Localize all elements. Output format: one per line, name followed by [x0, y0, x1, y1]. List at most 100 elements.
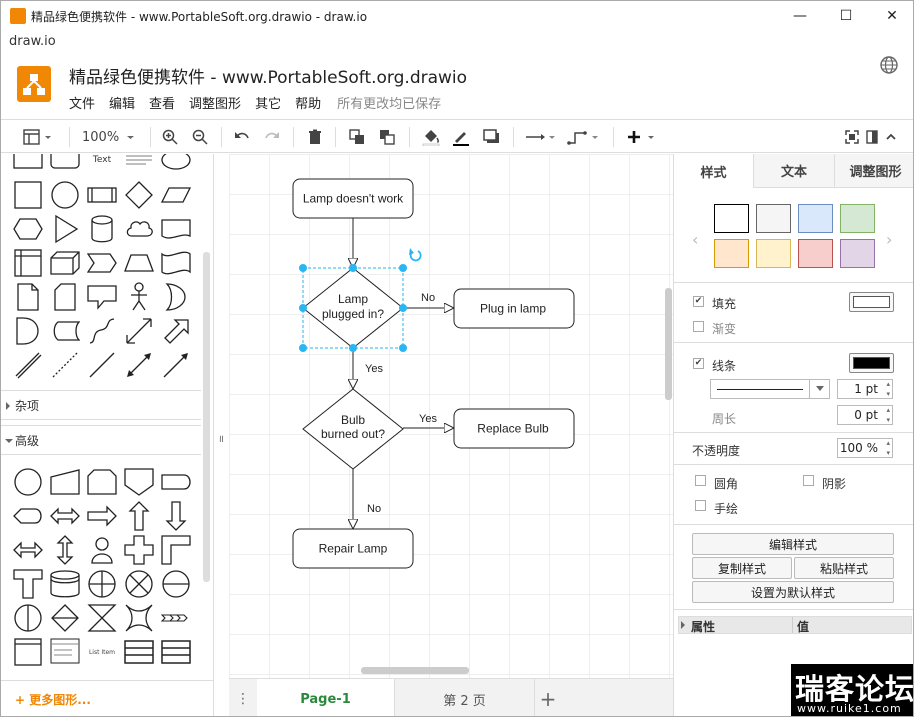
- node-repair-lamp[interactable]: Repair Lamp: [292, 528, 414, 569]
- shape-note[interactable]: [13, 282, 43, 312]
- add-page-button[interactable]: +: [535, 679, 561, 716]
- line-color-icon[interactable]: [452, 128, 470, 146]
- node-lamp-plugged-in[interactable]: Lamp plugged in?: [302, 267, 404, 349]
- shape-textbox[interactable]: [124, 154, 154, 170]
- shape-down-arrow[interactable]: [161, 501, 191, 531]
- set-default-style-button[interactable]: 设置为默认样式: [692, 581, 894, 603]
- fullscreen-icon[interactable]: [845, 128, 859, 146]
- save-status[interactable]: 所有更改均已保存: [337, 93, 441, 112]
- shape-step[interactable]: [87, 248, 117, 278]
- shape-triangle[interactable]: [50, 214, 80, 244]
- style-swatch[interactable]: [756, 204, 791, 233]
- line-checkbox[interactable]: ✔: [693, 358, 704, 369]
- style-swatch[interactable]: [840, 204, 875, 233]
- line-width-input[interactable]: 1 pt: [837, 379, 893, 399]
- shape-container[interactable]: [13, 637, 43, 667]
- sketch-checkbox[interactable]: [695, 500, 706, 511]
- style-swatch[interactable]: [798, 204, 833, 233]
- shape-card[interactable]: [50, 282, 80, 312]
- shape-cloud[interactable]: [124, 214, 154, 244]
- shape-loop-limit[interactable]: [87, 467, 117, 497]
- style-swatch[interactable]: [714, 204, 749, 233]
- insert-plus-icon[interactable]: [626, 128, 660, 146]
- shape-or-circle[interactable]: [13, 467, 43, 497]
- page-menu-icon[interactable]: ⋮: [229, 679, 257, 716]
- shape-data-storage[interactable]: [50, 316, 80, 346]
- to-back-icon[interactable]: [379, 128, 395, 146]
- menu-file[interactable]: 文件: [69, 93, 95, 112]
- shape-cylinder[interactable]: [87, 214, 117, 244]
- shape-list[interactable]: [50, 637, 80, 667]
- tab-page-2[interactable]: 第 2 页: [395, 679, 535, 716]
- zoom-out-icon[interactable]: [192, 128, 208, 146]
- diagram-canvas[interactable]: Lamp doesn't work Lamp plugged in? Plug …: [229, 154, 673, 678]
- shape-hexagon[interactable]: [13, 214, 43, 244]
- shape-user[interactable]: [87, 535, 117, 565]
- node-bulb-burned-out[interactable]: Bulb burned out?: [302, 388, 404, 470]
- shape-data-cylinder[interactable]: [50, 569, 80, 599]
- shape-delay[interactable]: [13, 316, 43, 346]
- format-panel-toggle-icon[interactable]: [23, 128, 53, 146]
- shape-dashed-line[interactable]: [50, 350, 80, 380]
- copy-style-button[interactable]: 复制样式: [692, 557, 792, 579]
- shape-circle[interactable]: [50, 180, 80, 210]
- collapse-up-icon[interactable]: [885, 128, 897, 146]
- paste-style-button[interactable]: 粘贴样式: [794, 557, 894, 579]
- shape-directional-connector[interactable]: [161, 350, 191, 380]
- fill-checkbox[interactable]: ✔: [693, 296, 704, 307]
- shape-sort[interactable]: [50, 603, 80, 633]
- shape-tape[interactable]: [161, 248, 191, 278]
- shape-collate[interactable]: [87, 603, 117, 633]
- section-advanced[interactable]: 高级: [1, 425, 201, 455]
- shape-manual-input[interactable]: [50, 467, 80, 497]
- shape-arrow[interactable]: [161, 316, 191, 346]
- shape-callout[interactable]: [87, 282, 117, 312]
- shape-corner[interactable]: [161, 535, 191, 565]
- shape-terminator[interactable]: [161, 467, 191, 497]
- waypoint-style-icon[interactable]: [567, 128, 603, 146]
- shape-panel-scrollbar[interactable]: [203, 252, 210, 582]
- canvas-vertical-scrollbar[interactable]: [665, 288, 672, 400]
- shadow-icon[interactable]: [483, 128, 501, 146]
- tab-text[interactable]: 文本: [754, 154, 835, 188]
- shape-double-arrow-v[interactable]: [50, 535, 80, 565]
- shape-right-arrow[interactable]: [87, 501, 117, 531]
- minimize-button[interactable]: —: [777, 1, 823, 31]
- shape-or-junction[interactable]: [124, 569, 154, 599]
- delete-icon[interactable]: [307, 128, 323, 146]
- opacity-input[interactable]: 100 %: [837, 438, 893, 458]
- shape-text[interactable]: Text: [87, 154, 117, 170]
- style-swatch[interactable]: [756, 239, 791, 268]
- panel-collapse-handle[interactable]: ॥: [218, 431, 224, 445]
- fill-color-icon[interactable]: [422, 128, 440, 146]
- shape-off-page[interactable]: [124, 467, 154, 497]
- zoom-in-icon[interactable]: [162, 128, 178, 146]
- edit-style-button[interactable]: 编辑样式: [692, 533, 894, 555]
- menu-view[interactable]: 查看: [149, 93, 175, 112]
- tab-style[interactable]: 样式: [674, 154, 754, 188]
- language-globe-icon[interactable]: [879, 55, 899, 75]
- shape-tee[interactable]: [13, 569, 43, 599]
- shape-table[interactable]: [124, 637, 154, 667]
- menu-arrange[interactable]: 调整图形: [189, 93, 241, 112]
- menu-help[interactable]: 帮助: [295, 93, 321, 112]
- rounded-checkbox[interactable]: [695, 475, 706, 486]
- shape-document[interactable]: [161, 214, 191, 244]
- document-title[interactable]: 精品绿色便携软件 - www.PortableSoft.org.drawio: [69, 63, 467, 88]
- shape-line[interactable]: [87, 350, 117, 380]
- perimeter-input[interactable]: 0 pt: [837, 405, 893, 425]
- shape-curve[interactable]: [87, 316, 117, 346]
- node-lamp-doesnt-work[interactable]: Lamp doesn't work: [292, 178, 414, 219]
- maximize-button[interactable]: ☐: [823, 1, 869, 31]
- tab-page-1[interactable]: Page-1: [257, 679, 395, 716]
- shadow-checkbox[interactable]: [803, 475, 814, 486]
- shape-double-line[interactable]: [13, 350, 43, 380]
- shape-double-arrow-h[interactable]: [13, 535, 43, 565]
- more-shapes-button[interactable]: + 更多图形...: [1, 680, 213, 716]
- undo-icon[interactable]: [233, 128, 251, 146]
- shape-star-switch[interactable]: [124, 603, 154, 633]
- shape-chevron-band[interactable]: [161, 603, 191, 633]
- shape-vertical-lined-circle[interactable]: [13, 603, 43, 633]
- shape-display[interactable]: [13, 501, 43, 531]
- section-misc[interactable]: 杂项: [1, 390, 201, 420]
